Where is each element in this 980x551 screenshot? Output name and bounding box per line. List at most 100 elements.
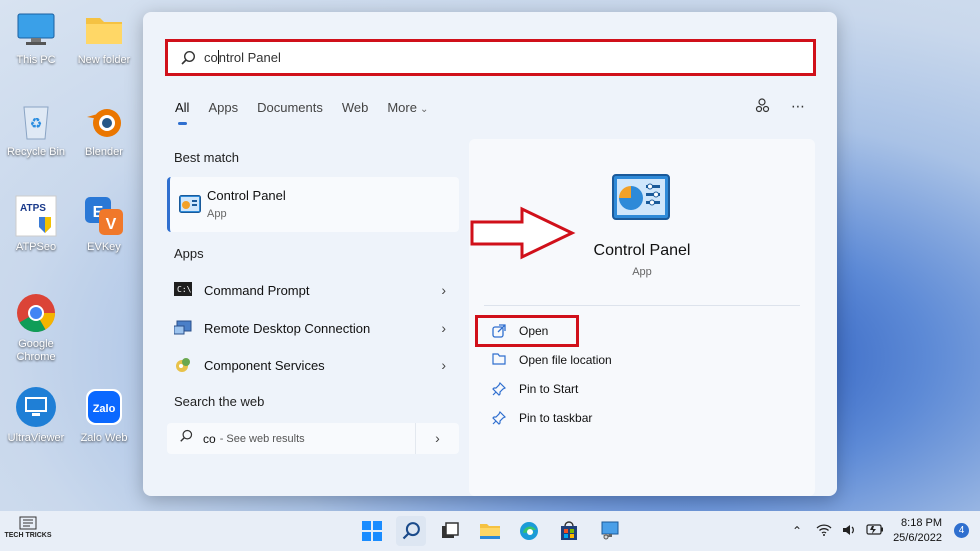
tab-web[interactable]: Web	[342, 100, 369, 115]
remote-desktop-icon	[173, 320, 192, 336]
recycle-bin-icon: ♻	[15, 100, 57, 142]
search-filter-tabs: All Apps Documents Web More ⌄	[175, 100, 447, 125]
desktop-icon-recycle-bin[interactable]: ♻ Recycle Bin	[0, 100, 72, 159]
svg-text:C:\: C:\	[177, 285, 192, 294]
clock-date: 25/6/2022	[893, 532, 942, 544]
notification-badge[interactable]: 4	[954, 523, 969, 538]
blender-icon	[83, 100, 125, 142]
action-pin-to-start[interactable]: Pin to Start	[492, 381, 579, 396]
app-item-label: Remote Desktop Connection	[204, 320, 371, 336]
action-open-file-location[interactable]: Open file location	[492, 353, 612, 367]
chevron-right-icon[interactable]: ›	[441, 320, 446, 336]
chevron-right-icon[interactable]: ›	[441, 357, 446, 373]
search-icon	[180, 50, 196, 66]
web-search-result[interactable]: co - See web results ›	[167, 423, 459, 454]
search-query: control Panel	[204, 50, 281, 65]
account-switch-icon[interactable]	[753, 97, 771, 115]
desktop-icon-label: Recycle Bin	[6, 146, 66, 158]
action-label: Pin to taskbar	[519, 411, 593, 425]
desktop-icon-blender[interactable]: Blender	[68, 100, 140, 159]
tech-tricks-logo-icon	[19, 516, 37, 530]
open-external-icon	[492, 324, 506, 338]
monitor-icon	[15, 8, 57, 50]
search-icon	[179, 429, 193, 448]
chevron-right-icon[interactable]: ›	[415, 423, 459, 454]
desktop-icon-new-folder[interactable]: New folder	[68, 8, 140, 67]
panel-top-actions: ⋯	[753, 97, 807, 115]
tab-more-label: More	[387, 100, 417, 115]
search-web-heading: Search the web	[174, 394, 265, 409]
app-item-label: Command Prompt	[204, 282, 310, 298]
chevron-up-icon[interactable]: ⌃	[792, 524, 802, 538]
web-query: co	[203, 431, 216, 446]
tab-more[interactable]: More ⌄	[387, 100, 428, 115]
tab-documents[interactable]: Documents	[257, 100, 323, 115]
app-item-remote-desktop[interactable]: Remote Desktop Connection ›	[173, 314, 446, 342]
desktop-icon-ultraviewer[interactable]: UltraViewer	[0, 386, 72, 445]
windows-start-icon[interactable]	[359, 518, 385, 544]
best-match-title: Control Panel	[207, 188, 286, 203]
battery-icon[interactable]	[866, 524, 884, 538]
annotation-arrow-icon	[470, 206, 576, 260]
search-input[interactable]: control Panel	[165, 39, 816, 76]
action-label: Pin to Start	[519, 382, 579, 396]
desktop-icon-atpseo[interactable]: ATPS ATPSeo	[0, 195, 72, 254]
pin-icon	[492, 381, 507, 396]
pin-icon	[492, 410, 507, 425]
edge-browser-icon[interactable]	[516, 518, 542, 544]
more-options-icon[interactable]: ⋯	[789, 97, 807, 115]
desktop-icon-label: New folder	[77, 54, 131, 66]
desktop-icon-label: Google Chrome	[16, 338, 56, 363]
app-item-component-services[interactable]: Component Services ›	[174, 351, 446, 379]
desktop-icon-chrome[interactable]: Google Chrome	[0, 292, 72, 364]
system-tray: ⌃	[792, 511, 884, 551]
app-item-command-prompt[interactable]: C:\ Command Prompt ›	[174, 276, 446, 304]
desktop-icon-evkey[interactable]: EV EVKey	[68, 195, 140, 254]
file-explorer-icon[interactable]	[477, 518, 503, 544]
desktop-icon-label: EVKey	[87, 241, 121, 253]
remote-desktop-taskbar-icon[interactable]	[597, 518, 623, 544]
preview-subtitle: App	[632, 266, 652, 278]
desktop-icon-label: This PC	[16, 54, 56, 66]
search-taskbar-icon[interactable]	[396, 516, 426, 546]
action-pin-to-taskbar[interactable]: Pin to taskbar	[492, 410, 593, 425]
web-query-suffix: - See web results	[219, 432, 305, 445]
chevron-right-icon[interactable]: ›	[441, 282, 446, 298]
wifi-icon[interactable]	[816, 523, 832, 539]
tab-apps[interactable]: Apps	[208, 100, 238, 115]
best-match-heading: Best match	[174, 150, 240, 165]
zalo-icon: Zalo	[83, 386, 125, 428]
search-query-rest: ntrol Panel	[218, 50, 281, 65]
desktop-icon-label: UltraViewer	[7, 432, 65, 444]
desktop-icon-zalo[interactable]: Zalo Zalo Web	[68, 386, 140, 445]
app-item-label: Component Services	[204, 357, 325, 373]
action-label: Open file location	[519, 353, 612, 367]
best-match-card[interactable]: Control Panel App	[167, 177, 459, 232]
desktop-icon-label: Blender	[85, 146, 123, 158]
search-query-typed: co	[204, 50, 218, 65]
svg-text:♻: ♻	[30, 116, 43, 132]
svg-text:ATPS: ATPS	[20, 203, 46, 214]
chrome-icon	[15, 292, 57, 334]
clock[interactable]: 8:18 PM 25/6/2022	[893, 516, 942, 546]
divider	[484, 305, 800, 306]
microsoft-store-icon[interactable]	[556, 518, 582, 544]
atpseo-icon: ATPS	[15, 195, 57, 237]
clock-time: 8:18 PM	[901, 517, 942, 529]
speaker-icon[interactable]	[842, 524, 856, 539]
control-panel-icon	[612, 174, 670, 220]
apps-heading: Apps	[174, 246, 204, 261]
svg-text:Zalo: Zalo	[93, 403, 116, 415]
folder-icon	[83, 8, 125, 50]
control-panel-icon	[179, 195, 201, 213]
component-services-icon	[174, 357, 192, 373]
evkey-icon: EV	[83, 195, 125, 237]
task-view-icon[interactable]	[437, 518, 463, 544]
cmd-icon: C:\	[174, 282, 192, 298]
best-match-subtitle: App	[207, 208, 227, 220]
desktop-icon-label: Zalo Web	[80, 432, 128, 444]
action-open[interactable]: Open	[492, 324, 548, 338]
desktop-icon-this-pc[interactable]: This PC	[0, 8, 72, 67]
svg-text:V: V	[106, 216, 117, 233]
tab-all[interactable]: All	[175, 100, 189, 125]
